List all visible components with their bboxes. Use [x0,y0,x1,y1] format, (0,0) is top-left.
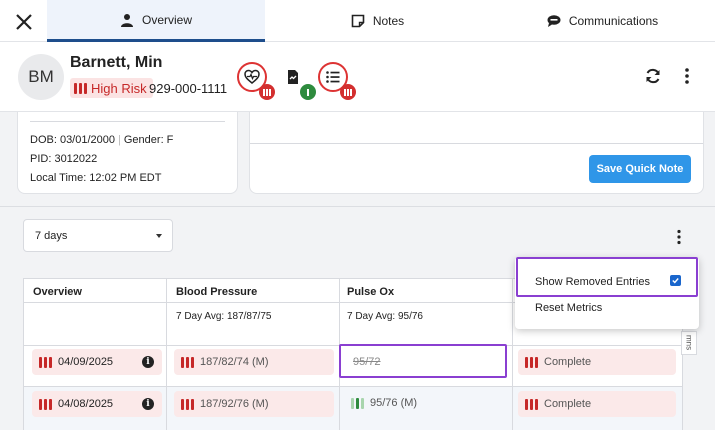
checklist-button[interactable] [318,62,356,100]
status-cell[interactable]: Complete [518,391,676,417]
header-blood-pressure[interactable]: Blood Pressure [176,286,257,298]
info-icon[interactable]: i [142,356,154,368]
checklist-icon [326,71,340,83]
risk-label: High Risk [91,80,147,96]
tab-label: Overview [141,12,192,27]
bp-value: 187/92/76 (M) [200,398,269,410]
bp-cell[interactable]: 187/82/74 (M) [174,349,334,375]
document-chart-icon [288,70,298,84]
pulse-value: 95/76 (M) [370,397,418,409]
status-cell[interactable]: Complete [518,349,676,375]
caret-down-icon [156,234,162,238]
divider [250,143,703,144]
row-date: 04/08/2025 [58,398,114,410]
more-options-icon[interactable] [682,67,692,85]
risk-bars-icon [39,356,52,368]
risk-bars-icon [181,398,194,410]
date-range-value: 7 days [35,229,68,242]
user-icon [120,13,133,27]
menu-item-show-removed[interactable]: Show Removed Entries [535,276,650,288]
dob-gender-line: DOB: 03/01/2000 | Gender: F [30,134,174,146]
bp-cell[interactable]: 187/92/76 (M) [174,391,334,417]
avatar: BM [18,54,64,100]
normal-bars-icon [351,397,364,409]
risk-bars-icon [525,356,538,368]
info-icon[interactable]: i [142,398,154,410]
tab-communications[interactable]: Communications [490,0,715,42]
alert-badge-icon [340,84,356,100]
risk-badge: High Risk [70,78,153,98]
columns-tab[interactable]: mns [681,331,697,355]
top-nav: Overview Notes Communications [0,0,715,42]
pulse-average: 7 Day Avg: 95/76 [347,311,423,322]
document-button[interactable] [278,62,316,100]
patient-name: Barnett, Min [70,54,163,71]
pid: PID: 3012022 [30,153,98,165]
refresh-icon[interactable] [644,67,662,85]
divider [30,121,225,122]
tab-label: Notes [372,14,405,28]
check-icon [672,278,679,284]
row-divider [24,386,682,387]
patient-info-card: DOB: 03/01/2000 | Gender: F PID: 3012022 L… [17,112,238,194]
highlight-removed-entry [339,344,507,378]
header-overview[interactable]: Overview [33,286,82,298]
risk-bars-icon [525,398,538,410]
date-range-select[interactable]: 7 days [23,219,173,252]
section-divider [0,206,715,207]
local-time: Local Time: 12:02 PM EDT [30,172,162,184]
alert-badge-icon [259,84,275,100]
bp-value: 187/82/74 (M) [200,356,269,368]
note-icon [351,14,365,28]
dob: DOB: 03/01/2000 [30,134,116,146]
row-date: 04/09/2025 [58,356,114,368]
show-removed-checkbox[interactable] [670,275,681,286]
header-pulse-ox[interactable]: Pulse Ox [347,286,394,298]
status-badge-icon [300,84,316,100]
chat-icon [547,15,561,27]
status-value: Complete [544,398,592,410]
tab-overview[interactable]: Overview [47,0,265,42]
heart-pulse-icon [244,69,260,84]
tab-label: Communications [568,14,659,28]
quick-note-card: Save Quick Note [249,112,704,194]
status-value: Complete [544,356,592,368]
risk-bars-icon [181,356,194,368]
risk-bars-icon [74,82,87,94]
gender: Gender: F [123,134,174,146]
patient-header: BM Barnett, Min High Risk 929-000-1111 [0,42,715,112]
save-quick-note-button[interactable]: Save Quick Note [589,155,691,183]
table-options-icon[interactable] [674,229,684,245]
vitals-alert-button[interactable] [237,62,275,100]
risk-bars-icon [39,398,52,410]
close-icon[interactable] [14,12,34,32]
bp-average: 7 Day Avg: 187/87/75 [176,311,272,322]
patient-phone: 929-000-1111 [149,81,228,96]
menu-item-reset-metrics[interactable]: Reset Metrics [535,302,602,314]
table-options-menu: Show Removed Entries Reset Metrics [515,257,699,329]
pulse-cell[interactable]: 95/76 (M) [351,397,417,409]
tab-notes[interactable]: Notes [265,0,490,42]
